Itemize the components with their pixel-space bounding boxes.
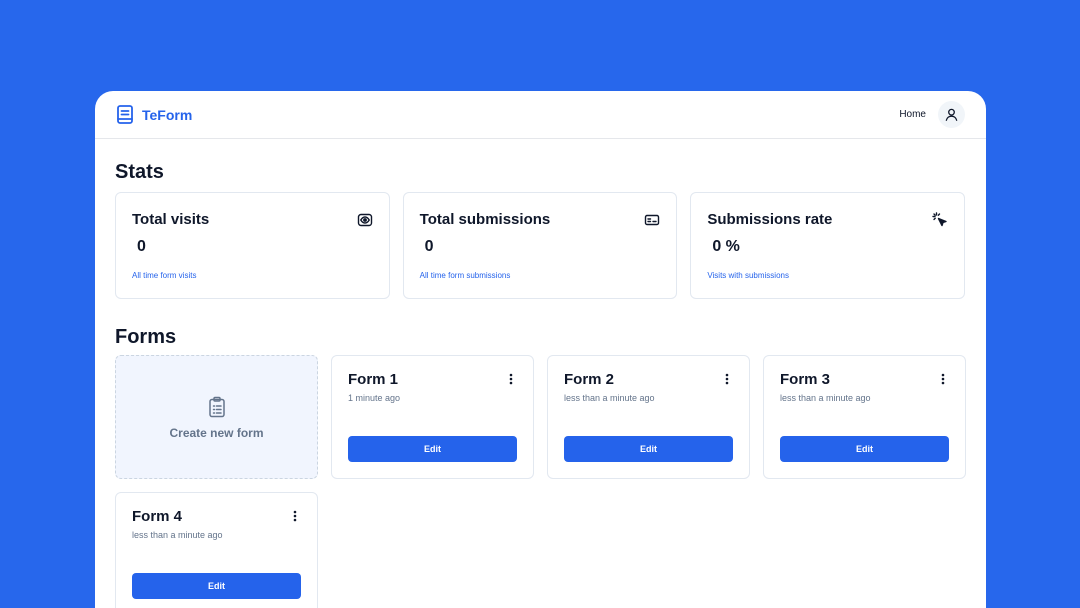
clipboard-list-icon <box>206 396 228 418</box>
home-link[interactable]: Home <box>899 109 926 120</box>
eye-icon <box>357 212 373 228</box>
stats-grid: Total visits 0 All time form visits Tota… <box>115 192 965 299</box>
id-card-icon <box>644 212 660 228</box>
nav-right: Home <box>899 101 965 128</box>
form-card-form-4: Form 4 less than a minute ago Edit <box>115 492 318 608</box>
form-name: Form 1 <box>348 371 399 388</box>
form-name: Form 4 <box>132 508 183 525</box>
stat-label: Total visits <box>132 211 210 228</box>
brand-link[interactable]: TeForm <box>117 105 192 124</box>
brand-name: TeForm <box>142 106 193 123</box>
more-vertical-icon[interactable] <box>289 510 301 524</box>
edit-form-button[interactable]: Edit <box>132 573 301 599</box>
stat-card-total-submissions: Total submissions 0 All time form submis… <box>402 192 678 299</box>
form-card-form-1: Form 1 1 minute ago Edit <box>331 355 534 479</box>
user-icon <box>945 108 958 121</box>
stat-value: 0 <box>137 238 146 255</box>
more-vertical-icon[interactable] <box>937 373 949 387</box>
form-timestamp: less than a minute ago <box>132 530 223 540</box>
form-name: Form 3 <box>780 371 831 388</box>
forms-title: Forms <box>115 326 177 348</box>
form-timestamp: 1 minute ago <box>348 393 401 403</box>
stat-description: All time form submissions <box>419 271 511 280</box>
create-new-form-label: Create new form <box>169 426 264 440</box>
form-timestamp: less than a minute ago <box>564 393 655 403</box>
edit-form-button[interactable]: Edit <box>780 436 949 462</box>
more-vertical-icon[interactable] <box>505 373 517 387</box>
navbar: TeForm Home <box>95 91 986 139</box>
avatar-button[interactable] <box>938 101 965 128</box>
stat-card-total-visits: Total visits 0 All time form visits <box>115 192 390 299</box>
book-icon <box>117 105 133 124</box>
create-new-form-button[interactable]: Create new form <box>115 355 318 479</box>
edit-form-button[interactable]: Edit <box>348 436 517 462</box>
stat-value: 0 % <box>712 238 740 255</box>
stat-label: Submissions rate <box>707 211 833 228</box>
main-content: Stats Total visits 0 All time form visit… <box>95 161 986 608</box>
stats-title: Stats <box>115 161 164 183</box>
forms-grid: Create new form Form 1 1 minute ago Edit… <box>115 355 966 608</box>
cursor-click-icon <box>932 211 948 228</box>
stat-card-submissions-rate: Submissions rate 0 % Visits with submiss… <box>690 192 965 299</box>
form-name: Form 2 <box>564 371 615 388</box>
app-window: TeForm Home Stats Total visits 0 All tim… <box>95 91 986 608</box>
stat-description: Visits with submissions <box>707 271 789 280</box>
form-card-form-3: Form 3 less than a minute ago Edit <box>763 355 966 479</box>
form-timestamp: less than a minute ago <box>780 393 871 403</box>
stat-value: 0 <box>424 238 434 255</box>
stat-description: All time form visits <box>132 271 197 280</box>
form-card-form-2: Form 2 less than a minute ago Edit <box>547 355 750 479</box>
edit-form-button[interactable]: Edit <box>564 436 733 462</box>
more-vertical-icon[interactable] <box>721 373 733 387</box>
stat-label: Total submissions <box>419 211 551 228</box>
